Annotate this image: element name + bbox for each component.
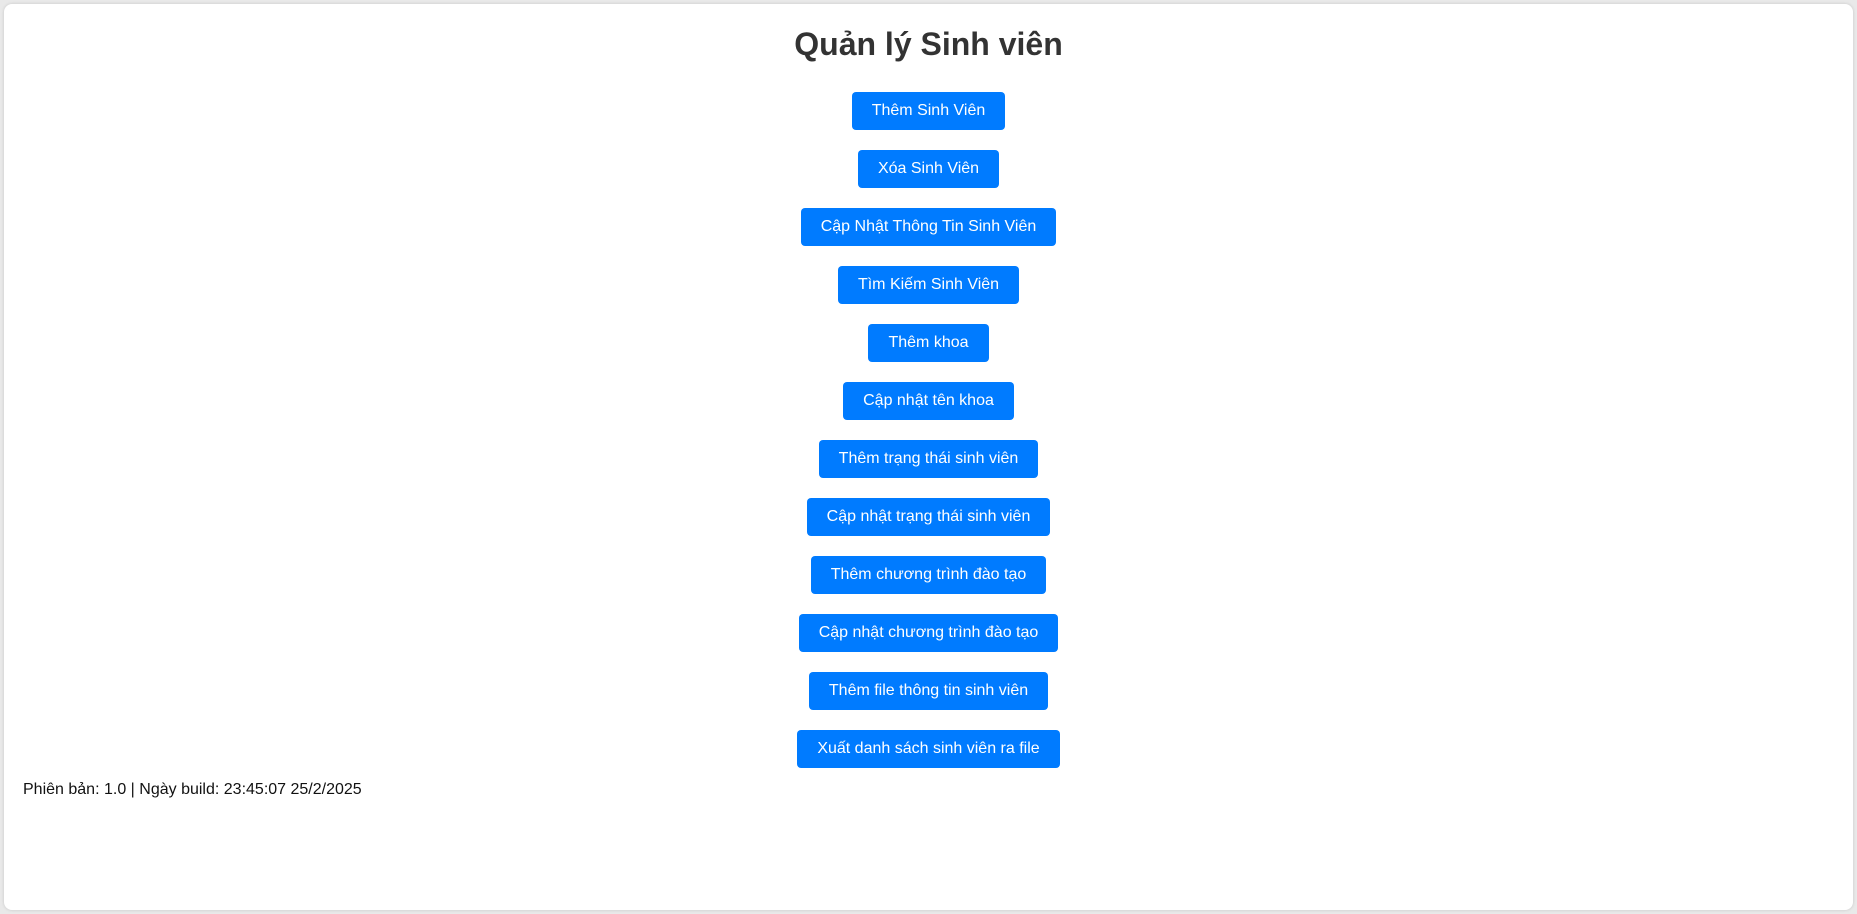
add-faculty-button[interactable]: Thêm khoa (868, 324, 989, 362)
build-label: Ngày build: (139, 781, 220, 798)
action-menu: Thêm Sinh Viên Xóa Sinh Viên Cập Nhật Th… (4, 92, 1853, 768)
add-program-button[interactable]: Thêm chương trình đào tạo (810, 556, 1047, 594)
version-value: 1.0 (103, 781, 127, 798)
add-student-status-button[interactable]: Thêm trạng thái sinh viên (818, 440, 1039, 478)
export-student-list-button[interactable]: Xuất danh sách sinh viên ra file (797, 730, 1060, 768)
update-faculty-name-button[interactable]: Cập nhật tên khoa (843, 382, 1014, 420)
build-date: 23:45:07 25/2/2025 (223, 781, 362, 798)
footer-separator: | (130, 781, 135, 798)
update-program-button[interactable]: Cập nhật chương trình đào tạo (798, 614, 1059, 652)
delete-student-button[interactable]: Xóa Sinh Viên (857, 150, 1000, 188)
version-footer: Phiên bản: 1.0 | Ngày build: 23:45:07 25… (23, 780, 362, 800)
search-student-button[interactable]: Tìm Kiếm Sinh Viên (837, 266, 1020, 304)
version-label: Phiên bản: (23, 781, 100, 798)
add-student-button[interactable]: Thêm Sinh Viên (851, 92, 1006, 130)
app-page: Quản lý Sinh viên Thêm Sinh Viên Xóa Sin… (4, 4, 1853, 910)
page-title: Quản lý Sinh viên (794, 26, 1063, 62)
update-student-info-button[interactable]: Cập Nhật Thông Tin Sinh Viên (800, 208, 1057, 246)
import-student-file-button[interactable]: Thêm file thông tin sinh viên (808, 672, 1049, 710)
update-student-status-button[interactable]: Cập nhật trạng thái sinh viên (806, 498, 1051, 536)
